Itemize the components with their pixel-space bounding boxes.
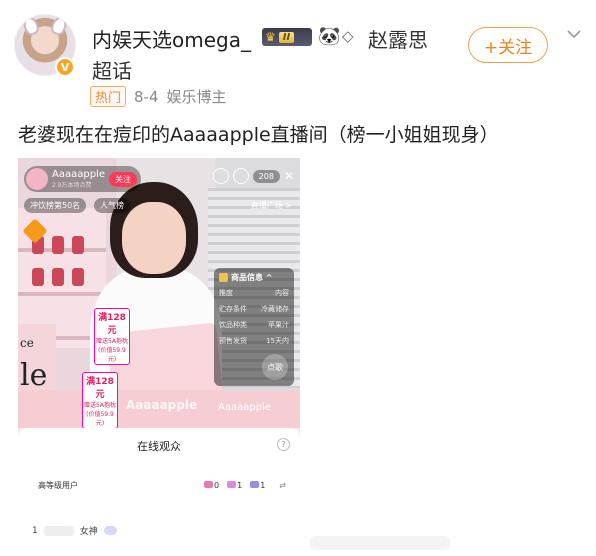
jar bbox=[72, 236, 84, 254]
product-row-key: 饮品种类 bbox=[219, 321, 247, 329]
price-tag-top: 满128元 bbox=[86, 377, 114, 400]
product-row: 预售发货 15天内 bbox=[219, 336, 289, 346]
watermark: Aaaaapple bbox=[126, 398, 198, 412]
jar bbox=[72, 268, 84, 286]
level-number: II bbox=[278, 31, 295, 43]
viewer-rank: 1 bbox=[32, 525, 38, 536]
diamond-icon: ◇ bbox=[342, 27, 354, 45]
topic-suffix[interactable]: 超话 bbox=[92, 55, 132, 84]
live-stream-view: ce le Aaaaapple Aaaaapple 满128元 赠送5A抱枕 (… bbox=[18, 158, 300, 429]
blurred-avatar bbox=[43, 525, 74, 536]
post-image[interactable]: ce le Aaaaapple Aaaaapple 满128元 赠送5A抱枕 (… bbox=[18, 158, 300, 556]
stat-value: 0 bbox=[214, 481, 220, 490]
price-tag-mid: 赠送5A抱枕 bbox=[84, 402, 116, 409]
price-tag-bot: (价值59.9元) bbox=[86, 411, 114, 427]
product-row: 饮品种类 苹果汁 bbox=[219, 320, 289, 330]
gem-icon bbox=[227, 481, 237, 488]
streamer-name: Aaaaapple bbox=[52, 169, 105, 180]
product-row-key: 预售发货 bbox=[219, 337, 247, 345]
follow-button[interactable]: +关注 bbox=[468, 27, 548, 63]
product-row: 推度 内容 bbox=[219, 288, 289, 298]
bag-icon bbox=[219, 273, 228, 282]
verified-badge-icon: V bbox=[55, 57, 75, 77]
bunny-ear-left bbox=[21, 15, 41, 37]
stat-value: 1 bbox=[260, 481, 266, 490]
help-icon[interactable]: ? bbox=[277, 438, 290, 451]
price-tag-top: 满128元 bbox=[98, 313, 126, 336]
product-card-button[interactable]: 点歌 bbox=[262, 354, 288, 380]
level-badge: ♛ II bbox=[262, 28, 312, 46]
viewer-avatar bbox=[212, 168, 229, 184]
box-text-top: ce bbox=[20, 336, 34, 350]
topic-name[interactable]: 赵露思 bbox=[368, 24, 428, 53]
stat-item: 1 bbox=[227, 481, 242, 490]
sheet-title: 在线观众 bbox=[137, 440, 181, 453]
username[interactable]: 内娱天选omega_ bbox=[92, 24, 251, 53]
stream-follow-button[interactable]: 关注 bbox=[108, 171, 137, 187]
high-level-users-row[interactable]: 高等级用户 0 1 1 ⇄ bbox=[38, 480, 286, 491]
chevron-down-icon[interactable] bbox=[566, 26, 582, 42]
stream-top-right: 208 ✕ bbox=[212, 168, 294, 184]
stat-item: 0 bbox=[204, 481, 219, 490]
streamer-face bbox=[122, 202, 186, 274]
product-row-key: 贮存条件 bbox=[219, 305, 247, 313]
product-card-title-text: 商品信息 ^ bbox=[231, 273, 273, 282]
viewer-list-item[interactable]: 1 女神 bbox=[32, 524, 118, 537]
price-tag: 满128元 赠送5A抱枕 (价值59.9元) bbox=[94, 308, 130, 365]
gem-icon bbox=[204, 481, 214, 488]
price-tag-mid: 赠送5A抱枕 bbox=[96, 338, 128, 345]
rank-pill[interactable]: 冲饮榜第50名 bbox=[24, 198, 87, 213]
viewer-avatar bbox=[232, 168, 249, 184]
post-meta: 热门 8-4 娱乐博主 bbox=[90, 86, 227, 107]
watermark-2: Aaaaapple bbox=[218, 402, 271, 413]
product-row-value: 冷藏储存 bbox=[261, 305, 289, 313]
live-plaza-link[interactable]: 直播广场 > bbox=[251, 200, 292, 211]
jar bbox=[52, 268, 64, 286]
product-row-key: 推度 bbox=[219, 289, 233, 297]
price-tag-bot: (价值59.9元) bbox=[98, 347, 126, 363]
close-icon[interactable]: ✕ bbox=[284, 169, 294, 183]
product-row-value: 15天内 bbox=[266, 337, 289, 345]
blurred-overlay bbox=[310, 536, 450, 550]
author-title: 娱乐博主 bbox=[166, 88, 227, 106]
product-info-card[interactable]: 商品信息 ^ 推度 内容 贮存条件 冷藏储存 饮品种类 苹果汁 预售发货 15天… bbox=[214, 268, 294, 386]
viewer-count[interactable]: 208 bbox=[252, 169, 280, 183]
streamer-text: Aaaaapple 2.9万本场点赞 bbox=[52, 169, 105, 189]
bunny-ear-right bbox=[49, 15, 69, 37]
stat-value: 1 bbox=[237, 481, 243, 490]
level-stats: 0 1 1 ⇄ bbox=[204, 481, 286, 490]
post-text: 老婆现在在痘印的Aaaaapple直播间（榜一小姐姐现身） bbox=[18, 124, 499, 146]
crown-icon: ♛ bbox=[265, 30, 276, 44]
streamer-info[interactable]: Aaaaapple 2.9万本场点赞 关注 bbox=[24, 166, 141, 192]
hot-tag: 热门 bbox=[90, 86, 127, 107]
streamer-avatar bbox=[26, 168, 48, 190]
viewer-level-tag bbox=[103, 526, 118, 535]
product-row: 贮存条件 冷藏储存 bbox=[219, 304, 289, 314]
popularity-pill[interactable]: 人气榜 bbox=[94, 198, 130, 213]
product-row-value: 内容 bbox=[275, 289, 289, 297]
box-text-bottom: le bbox=[20, 358, 48, 393]
product-card-title: 商品信息 ^ bbox=[219, 272, 289, 283]
post-date: 8-4 bbox=[134, 87, 159, 106]
jar bbox=[32, 268, 44, 286]
gem-icon bbox=[250, 481, 260, 488]
stat-item: 1 bbox=[250, 481, 265, 490]
panda-icon: 🐼 bbox=[318, 26, 341, 47]
jar bbox=[52, 236, 64, 254]
viewer-name: 女神 bbox=[79, 527, 98, 537]
streamer-likes: 2.9万本场点赞 bbox=[52, 182, 92, 189]
online-viewers-sheet: 在线观众 ? 高等级用户 0 1 1 ⇄ 1 女神 bbox=[18, 428, 300, 556]
product-row-value: 苹果汁 bbox=[268, 321, 289, 329]
price-tag: 满128元 赠送5A抱枕 (价值59.9元) bbox=[82, 372, 118, 429]
row-label: 高等级用户 bbox=[38, 481, 78, 490]
swap-icon[interactable]: ⇄ bbox=[279, 481, 286, 490]
